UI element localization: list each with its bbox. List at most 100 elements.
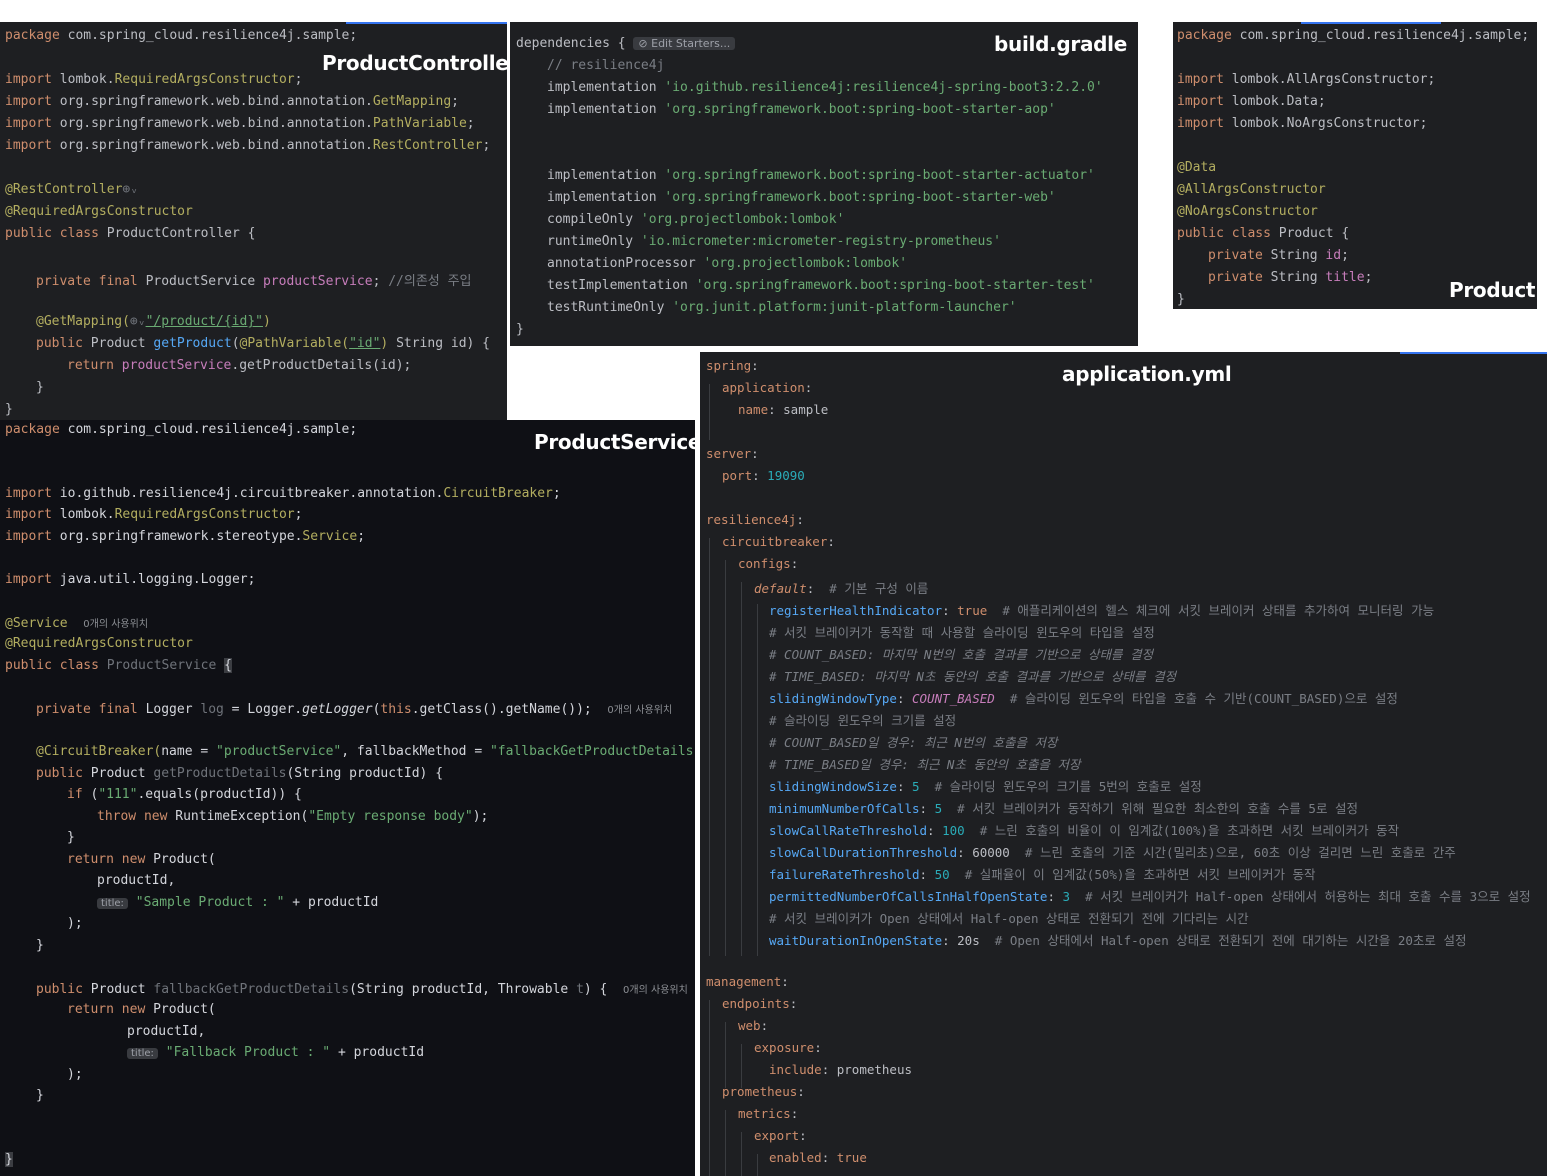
code-line: private String id; — [1208, 248, 1349, 263]
code-line: package com.spring_cloud.resilience4j.sa… — [5, 28, 358, 43]
code-line: slidingWindowSize: 5 # 슬라이딩 윈도우의 크기를 5번의… — [769, 779, 1202, 794]
product-panel: Product package com.spring_cloud.resilie… — [1173, 22, 1537, 309]
code-line: import org.springframework.web.bind.anno… — [5, 94, 459, 109]
code-line: return new Product( — [67, 1002, 216, 1017]
code-line: testRuntimeOnly 'org.junit.platform:juni… — [547, 300, 1017, 315]
code-line: @RestController⊕ᵥ — [5, 182, 139, 197]
tab-indicator — [346, 22, 507, 24]
usage-hint: 0개의 사용위치 — [607, 705, 673, 716]
code-line: private String title; — [1208, 270, 1373, 285]
code-line: # COUNT_BASED: 마지막 N번의 호출 결과를 기반으로 상태를 결… — [769, 647, 1154, 662]
code-line: management: — [706, 974, 789, 989]
panel-title: Product — [1449, 278, 1536, 302]
code-line: } — [5, 1152, 13, 1167]
code-line: @Service 0개의 사용위치 — [5, 616, 149, 631]
code-line: package com.spring_cloud.resilience4j.sa… — [1177, 28, 1530, 43]
code-line: import org.springframework.web.bind.anno… — [5, 138, 491, 153]
indent-guide — [741, 582, 742, 956]
code-line: if ("111".equals(productId)) { — [67, 787, 302, 802]
indent-guide — [709, 384, 710, 440]
code-line: compileOnly 'org.projectlombok:lombok' — [547, 212, 845, 227]
code-line: configs: — [738, 556, 799, 571]
indent-guide — [757, 604, 758, 956]
code-line: } — [36, 938, 44, 953]
code-line: title: "Sample Product : " + productId — [97, 895, 378, 910]
code-line: return productService.getProductDetails(… — [67, 358, 412, 373]
param-hint: title: — [127, 1048, 158, 1059]
code-line: ); — [67, 1067, 83, 1082]
code-line: public class Product { — [1177, 226, 1350, 241]
globe-icon: ⊕ᵥ — [122, 182, 139, 197]
usage-hint: 0개의 사용위치 — [623, 985, 688, 996]
code-line: @AllArgsConstructor — [1177, 182, 1326, 197]
code-line: # 슬라이딩 윈도우의 크기를 설정 — [769, 713, 957, 728]
code-line: failureRateThreshold: 50 # 실패율이 이 임계값(50… — [769, 867, 1316, 882]
indent-guide — [709, 1000, 710, 1176]
code-line: } — [5, 402, 13, 417]
code-line: return new Product( — [67, 852, 216, 867]
code-line: include: prometheus — [769, 1062, 912, 1077]
panel-title: application.yml — [1062, 362, 1232, 386]
code-line: public class ProductService { — [5, 658, 232, 673]
tab-indicator — [1400, 352, 1547, 354]
code-line: # TIME_BASED: 마지막 N초 동안의 호출 결과를 기반으로 상태를… — [769, 669, 1177, 684]
code-line: name: sample — [738, 402, 829, 417]
code-line: resilience4j: — [706, 512, 804, 527]
code-line: @NoArgsConstructor — [1177, 204, 1318, 219]
code-line: public class ProductController { — [5, 226, 256, 241]
code-line: registerHealthIndicator: true # 애플리케이션의 … — [769, 603, 1435, 618]
code-line: implementation 'io.github.resilience4j:r… — [547, 80, 1103, 95]
code-line: } — [1177, 292, 1185, 307]
code-line: public Product getProduct(@PathVariable(… — [36, 336, 490, 351]
code-line: package com.spring_cloud.resilience4j.sa… — [5, 422, 358, 437]
code-line: import lombok.RequiredArgsConstructor; — [5, 72, 303, 87]
code-line: @Data — [1177, 160, 1217, 175]
usage-hint: 0개의 사용위치 — [83, 619, 149, 630]
code-line: enabled: true — [769, 1150, 867, 1165]
code-line: import java.util.logging.Logger; — [5, 572, 256, 587]
build-gradle-panel: build.gradle dependencies { ⊘ Edit Start… — [510, 22, 1138, 346]
code-line: implementation 'org.springframework.boot… — [547, 168, 1095, 183]
code-line: endpoints: — [722, 996, 798, 1011]
indent-guide — [709, 538, 710, 956]
code-line: import org.springframework.web.bind.anno… — [5, 116, 475, 131]
panel-title: ProductService — [534, 430, 695, 454]
code-line: productId, — [97, 873, 176, 888]
code-line: server: — [706, 446, 759, 461]
code-line: @RequiredArgsConstructor — [5, 204, 193, 219]
code-line: } — [516, 322, 524, 337]
code-line: metrics: — [738, 1106, 799, 1121]
code-line: implementation 'org.springframework.boot… — [547, 190, 1056, 205]
code-line: } — [36, 380, 44, 395]
code-line: minimumNumberOfCalls: 5 # 서킷 브레이커가 동작하기 … — [769, 801, 1358, 816]
code-line: ); — [67, 916, 83, 931]
code-line: annotationProcessor 'org.projectlombok:l… — [547, 256, 908, 271]
indent-guide — [741, 1044, 742, 1088]
code-line: private final ProductService productServ… — [36, 274, 472, 289]
code-line: # 서킷 브레이커가 동작할 때 사용할 슬라이딩 윈도우의 타입을 설정 — [769, 625, 1155, 640]
code-line: } — [67, 830, 75, 845]
indent-guide — [725, 1110, 726, 1176]
code-line: } — [36, 1088, 44, 1103]
code-line: web: — [738, 1018, 769, 1033]
edit-starters-button[interactable]: ⊘ Edit Starters... — [633, 37, 736, 50]
code-line: slowCallRateThreshold: 100 # 느린 호출의 비율이 … — [769, 823, 1400, 838]
code-line: import org.springframework.stereotype.Se… — [5, 529, 366, 544]
code-line: implementation 'org.springframework.boot… — [547, 102, 1056, 117]
code-line: spring: — [706, 358, 759, 373]
panel-title: build.gradle — [994, 32, 1127, 56]
code-line: @RequiredArgsConstructor — [5, 636, 193, 651]
code-line: import lombok.NoArgsConstructor; — [1177, 116, 1428, 131]
code-line: default: # 기본 구성 이름 — [754, 581, 929, 596]
globe-icon: ⊕ᵥ — [129, 314, 146, 329]
panel-title: ProductController — [322, 51, 507, 75]
application-yml-panel: application.yml spring: application: nam… — [700, 352, 1547, 1176]
code-line: import io.github.resilience4j.circuitbre… — [5, 486, 561, 501]
code-line: @CircuitBreaker(name = "productService",… — [36, 744, 695, 759]
link-icon: ⊘ — [638, 37, 652, 50]
code-line: public Product getProductDetails(String … — [36, 766, 444, 781]
code-line: slidingWindowType: COUNT_BASED # 슬라이딩 윈도… — [769, 691, 1398, 706]
indent-guide — [757, 1154, 758, 1176]
product-controller-panel: ProductController package com.spring_clo… — [0, 22, 507, 420]
code-line: productId, — [127, 1024, 206, 1039]
